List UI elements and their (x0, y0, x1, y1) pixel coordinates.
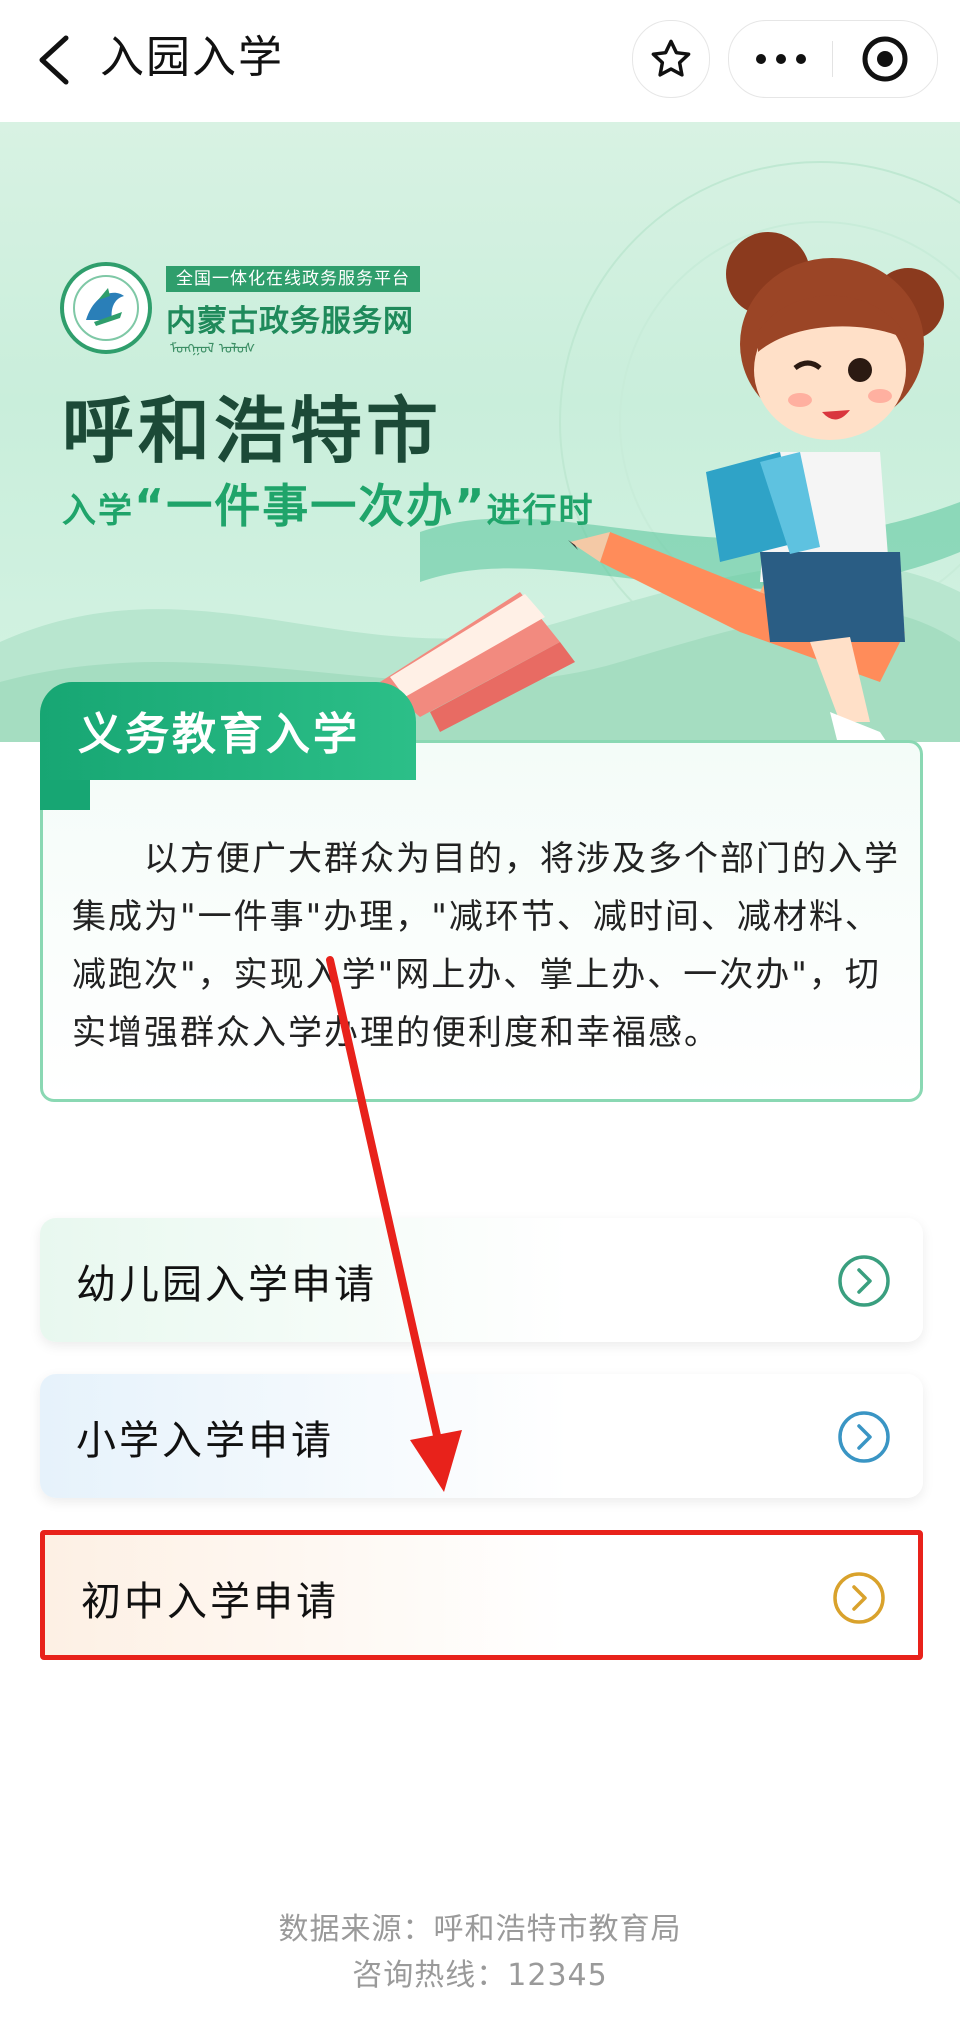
chevron-right-circle-icon (838, 1411, 890, 1463)
mongolian-script: ᠮᠣᠩᠭᠣᠯ ᠤᠯᠤᠰ (170, 341, 256, 357)
menu-item-label: 初中入学申请 (81, 1579, 339, 1625)
slogan: 入学“一件事一次办”进行时 (62, 470, 594, 536)
slogan-suffix: 进行时 (486, 491, 595, 531)
close-button[interactable] (833, 21, 937, 97)
nav-bar: 入园入学 (0, 0, 960, 122)
chevron-left-icon (39, 35, 69, 85)
slogan-prefix: 入学 (62, 491, 134, 531)
chevron-right-circle-icon (838, 1255, 890, 1307)
more-button[interactable] (729, 21, 832, 97)
hotline-text: 咨询热线：12345 (352, 1958, 608, 1993)
platform-tag: 全国一体化在线政务服务平台 (166, 266, 420, 292)
page-title: 入园入学 (100, 32, 284, 83)
star-icon (651, 39, 691, 77)
data-source-text: 数据来源：呼和浩特市教育局 (278, 1912, 682, 1947)
favorite-button[interactable] (632, 20, 710, 98)
mini-program-capsule (728, 20, 938, 98)
chevron-right-circle-icon (833, 1572, 885, 1624)
slogan-highlight: “一件事一次办” (134, 479, 487, 533)
intro-description: 以方便广大群众为目的，将涉及多个部门的入学集成为"一件事"办理，"减环节、减时间… (72, 839, 900, 1053)
government-logo (60, 262, 152, 354)
intro-title: 义务教育入学 (78, 709, 360, 760)
more-dots-icon (755, 54, 806, 64)
back-button[interactable] (28, 28, 84, 92)
menu-item-label: 幼儿园入学申请 (76, 1262, 377, 1308)
target-circle-icon (862, 36, 908, 82)
kindergarten-enrollment-button[interactable]: 幼儿园入学申请 (40, 1218, 923, 1342)
menu-item-label: 小学入学申请 (76, 1418, 334, 1464)
junior-high-enrollment-button[interactable]: 初中入学申请 (40, 1530, 923, 1660)
hero-banner: 全国一体化在线政务服务平台 内蒙古政务服务网 ᠮᠣᠩᠭᠣᠯ ᠤᠯᠤᠰ 呼和浩特市… (0, 122, 960, 742)
primary-school-enrollment-button[interactable]: 小学入学申请 (40, 1374, 923, 1498)
city-title: 呼和浩特市 (62, 389, 443, 473)
